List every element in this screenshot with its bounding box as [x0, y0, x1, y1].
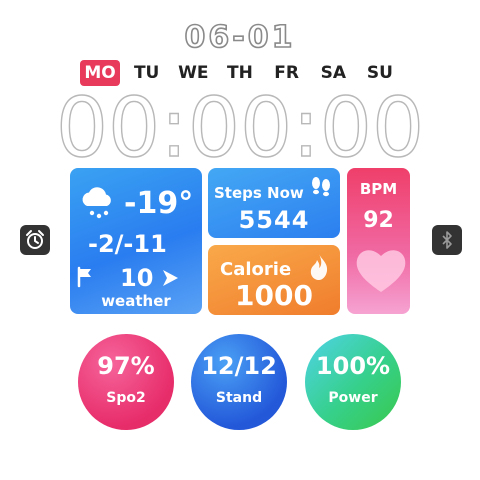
stand-gauge[interactable]: 12/12 Stand — [191, 334, 287, 430]
calorie-value: 1000 — [235, 279, 313, 312]
steps-label: Steps Now — [214, 184, 304, 202]
wind-speed: 10 — [120, 264, 154, 292]
power-value: 100% — [315, 352, 391, 380]
bpm-label: BPM — [359, 180, 398, 198]
calorie-label: Calorie — [220, 259, 292, 280]
wind-flag-icon — [77, 266, 91, 288]
alarm-button[interactable] — [20, 225, 50, 255]
temperature-range: -2/-11 — [88, 230, 167, 258]
alarm-clock-icon — [26, 230, 44, 249]
steps-value: 5544 — [238, 206, 310, 234]
bpm-card[interactable]: BPM 92 — [347, 168, 410, 314]
stand-value: 12/12 — [201, 352, 277, 380]
cloud-rain-icon — [82, 187, 111, 219]
spo2-value: 97% — [97, 352, 155, 380]
power-label: Power — [328, 390, 378, 406]
bpm-value: 92 — [363, 208, 394, 233]
bluetooth-button[interactable] — [432, 225, 462, 255]
footprints-icon — [312, 177, 330, 197]
time-display: 00:00:00 — [55, 81, 425, 176]
stand-label: Stand — [215, 390, 263, 406]
weather-label: weather — [101, 292, 171, 310]
power-gauge[interactable]: 100% Power — [305, 334, 401, 430]
bluetooth-icon — [442, 231, 452, 249]
steps-card[interactable]: Steps Now 5544 — [208, 168, 340, 238]
date-display: 06-01 — [184, 19, 296, 56]
calorie-card[interactable]: Calorie 1000 — [208, 245, 340, 315]
flame-icon — [310, 254, 328, 280]
spo2-label: Spo2 — [106, 390, 146, 406]
weather-card[interactable]: -19° -2/-11 10 weather — [70, 168, 202, 314]
spo2-gauge[interactable]: 97% Spo2 — [78, 334, 174, 430]
heart-icon — [356, 250, 406, 292]
wind-direction-icon — [163, 270, 178, 286]
temperature: -19° — [124, 186, 194, 221]
